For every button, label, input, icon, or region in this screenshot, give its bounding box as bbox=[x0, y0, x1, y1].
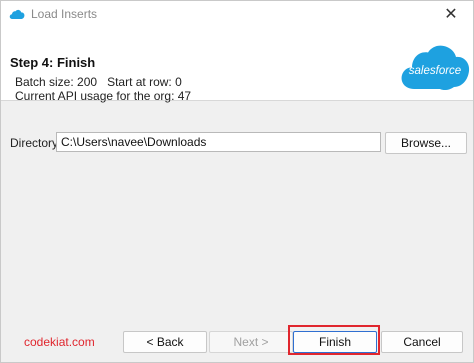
title-bar: Load Inserts ✕ bbox=[1, 1, 473, 27]
step-title: Step 4: Finish bbox=[10, 55, 96, 70]
batch-info: Batch size: 200 Start at row: 0 bbox=[15, 75, 182, 89]
browse-button[interactable]: Browse... bbox=[385, 132, 467, 154]
load-inserts-dialog: Load Inserts ✕ Step 4: Finish Batch size… bbox=[0, 0, 474, 363]
salesforce-logo: salesforce bbox=[401, 45, 470, 91]
api-usage: Current API usage for the org: 47 bbox=[15, 89, 192, 103]
salesforce-cloud-icon bbox=[9, 9, 25, 19]
cancel-button[interactable]: Cancel bbox=[381, 331, 463, 353]
start-row: Start at row: 0 bbox=[107, 75, 182, 89]
wizard-header: Step 4: Finish Batch size: 200 Start at … bbox=[1, 27, 473, 103]
finish-highlight-box bbox=[288, 325, 380, 355]
directory-input[interactable] bbox=[56, 132, 381, 152]
directory-label: Directory: bbox=[10, 136, 62, 150]
logo-text: salesforce bbox=[409, 65, 461, 77]
close-icon[interactable]: ✕ bbox=[429, 1, 473, 27]
batch-size: Batch size: 200 bbox=[15, 75, 98, 89]
watermark: codekiat.com bbox=[24, 335, 95, 349]
next-button[interactable]: Next > bbox=[209, 331, 293, 353]
window-title: Load Inserts bbox=[31, 7, 98, 21]
back-button[interactable]: < Back bbox=[123, 331, 207, 353]
